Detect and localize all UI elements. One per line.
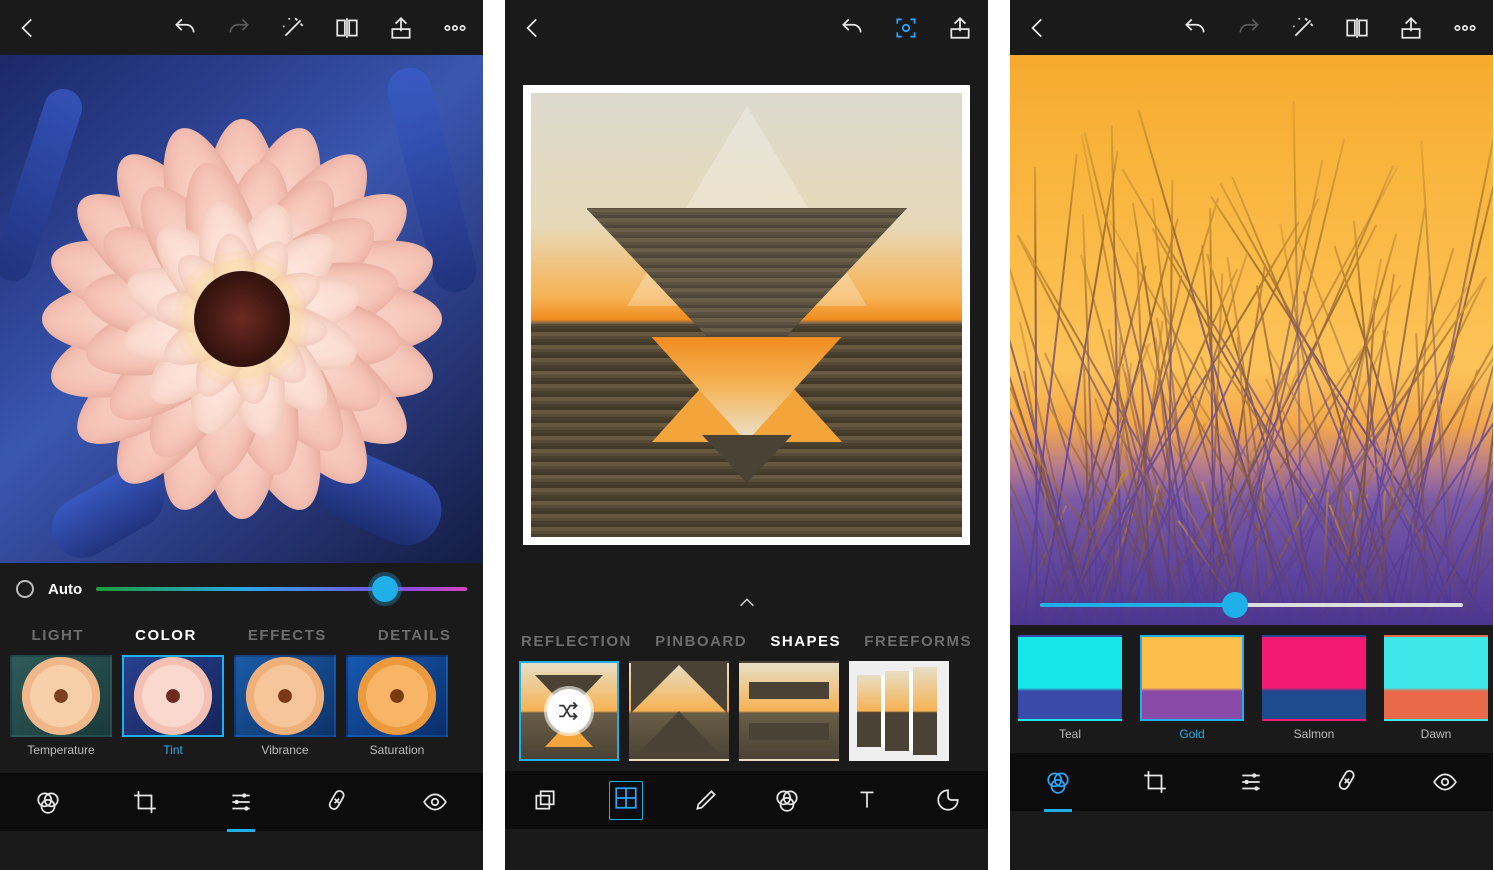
thumb-saturation[interactable]: Saturation (346, 655, 448, 757)
shape-thumb-1[interactable] (629, 661, 729, 761)
collage-canvas[interactable] (505, 55, 988, 585)
draw-icon[interactable] (686, 780, 726, 820)
intensity-slider-track[interactable] (1040, 603, 1463, 607)
preset-swatches: Teal Gold Salmon Dawn (1010, 625, 1493, 753)
heal-icon[interactable] (318, 782, 358, 822)
more-icon[interactable] (1451, 14, 1479, 42)
bottom-toolbar (0, 773, 483, 831)
magic-wand-icon[interactable] (1289, 14, 1317, 42)
more-icon[interactable] (441, 14, 469, 42)
screen-shapes-collage: REFLECTION PINBOARD SHAPES FREEFORMS (505, 0, 988, 870)
thumb-label: Vibrance (261, 743, 308, 757)
heal-icon[interactable] (1328, 762, 1368, 802)
tab-pinboard[interactable]: PINBOARD (655, 633, 747, 650)
undo-icon[interactable] (171, 14, 199, 42)
redo-icon[interactable] (1235, 14, 1263, 42)
top-toolbar (1010, 0, 1493, 55)
preset-label: Salmon (1294, 727, 1335, 741)
collage-image (531, 93, 962, 537)
adjust-slider-row: Auto (0, 563, 483, 615)
preset-label: Teal (1059, 727, 1081, 741)
collage-tabs: REFLECTION PINBOARD SHAPES FREEFORMS (505, 621, 988, 661)
tab-effects[interactable]: EFFECTS (248, 627, 327, 644)
preset-salmon[interactable]: Salmon (1262, 635, 1366, 741)
redo-icon[interactable] (225, 14, 253, 42)
preset-label: Dawn (1421, 727, 1452, 741)
share-icon[interactable] (946, 14, 974, 42)
tab-details[interactable]: DETAILS (378, 627, 452, 644)
filters-icon[interactable] (28, 782, 68, 822)
filters-icon[interactable] (767, 780, 807, 820)
magic-wand-icon[interactable] (279, 14, 307, 42)
intensity-slider-thumb[interactable] (1222, 592, 1248, 618)
back-icon[interactable] (14, 14, 42, 42)
text-icon[interactable] (847, 780, 887, 820)
focus-frame-icon[interactable] (892, 14, 920, 42)
screen-color-adjust: Auto LIGHT COLOR EFFECTS DETAILS Temperatur… (0, 0, 483, 870)
layout-grid-icon[interactable] (606, 780, 646, 820)
top-toolbar (0, 0, 483, 55)
shape-thumb-2[interactable] (739, 661, 839, 761)
top-toolbar (505, 0, 988, 55)
tab-reflection[interactable]: REFLECTION (521, 633, 632, 650)
tint-slider-track[interactable] (96, 587, 467, 591)
shape-triangle-small (702, 435, 792, 483)
preset-gold[interactable]: Gold (1140, 635, 1244, 741)
crop-icon[interactable] (125, 782, 165, 822)
adjust-tabs: LIGHT COLOR EFFECTS DETAILS (0, 615, 483, 655)
thumb-label: Saturation (370, 743, 425, 757)
compare-icon[interactable] (1343, 14, 1371, 42)
redeye-icon[interactable] (415, 782, 455, 822)
grass-photo (1010, 55, 1493, 625)
auto-toggle[interactable] (16, 580, 34, 598)
sticker-icon[interactable] (928, 780, 968, 820)
expand-panel[interactable] (505, 585, 988, 621)
image-canvas[interactable] (0, 55, 483, 563)
adjust-icon[interactable] (221, 782, 261, 822)
preset-label: Gold (1179, 727, 1204, 741)
shuffle-icon[interactable] (547, 689, 591, 733)
thumb-label: Temperature (27, 743, 94, 757)
thumb-temperature[interactable]: Temperature (10, 655, 112, 757)
image-canvas[interactable] (1010, 55, 1493, 625)
share-icon[interactable] (1397, 14, 1425, 42)
adjust-thumbnails: Temperature Tint Vibrance Saturation (0, 655, 483, 773)
bottom-toolbar (505, 771, 988, 829)
tint-slider-thumb[interactable] (372, 576, 398, 602)
auto-label: Auto (48, 581, 82, 598)
collage-frame (523, 85, 970, 545)
tab-color[interactable]: COLOR (135, 627, 197, 644)
shape-triangle-up (652, 337, 842, 442)
crop-icon[interactable] (1135, 762, 1175, 802)
shape-thumb-3[interactable] (849, 661, 949, 761)
share-icon[interactable] (387, 14, 415, 42)
back-icon[interactable] (1024, 14, 1052, 42)
undo-icon[interactable] (838, 14, 866, 42)
adjust-icon[interactable] (1231, 762, 1271, 802)
shape-thumb-0[interactable] (519, 661, 619, 761)
thumb-tint[interactable]: Tint (122, 655, 224, 757)
compare-icon[interactable] (333, 14, 361, 42)
back-icon[interactable] (519, 14, 547, 42)
tab-shapes[interactable]: SHAPES (770, 633, 841, 650)
filters-icon[interactable] (1038, 762, 1078, 802)
preset-teal[interactable]: Teal (1018, 635, 1122, 741)
redeye-icon[interactable] (1425, 762, 1465, 802)
thumb-label: Tint (163, 743, 183, 757)
flower-photo (0, 55, 483, 563)
tab-light[interactable]: LIGHT (32, 627, 85, 644)
tab-freeforms[interactable]: FREEFORMS (864, 633, 972, 650)
shape-thumbnails (505, 661, 988, 771)
bottom-toolbar (1010, 753, 1493, 811)
undo-icon[interactable] (1181, 14, 1209, 42)
layers-icon[interactable] (525, 780, 565, 820)
screen-color-presets: Teal Gold Salmon Dawn (1010, 0, 1493, 870)
thumb-vibrance[interactable]: Vibrance (234, 655, 336, 757)
preset-dawn[interactable]: Dawn (1384, 635, 1488, 741)
